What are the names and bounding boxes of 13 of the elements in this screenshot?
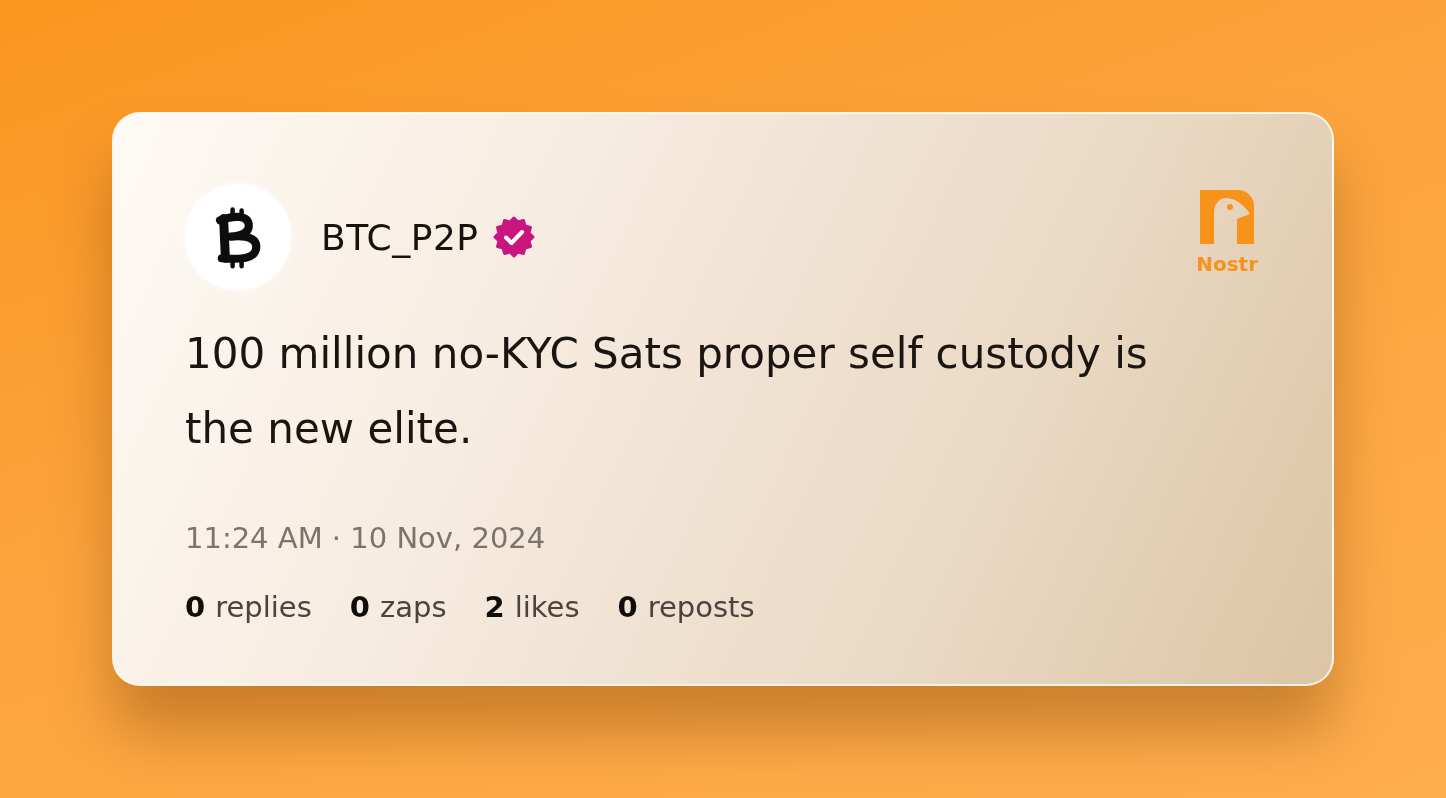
stat-count: 0 <box>185 589 206 625</box>
stat-count: 0 <box>349 589 370 625</box>
stat-label: replies <box>215 589 312 625</box>
stat-count: 2 <box>484 589 505 625</box>
stat-label: reposts <box>647 589 755 625</box>
stat-count: 0 <box>617 589 638 625</box>
stat-label: zaps <box>380 589 447 625</box>
platform-label: Nostr <box>1196 252 1258 276</box>
ostrich-logo-icon <box>1200 190 1255 244</box>
stat-label: likes <box>514 589 580 625</box>
post-text: 100 million no-KYC Sats proper self custody is the new elite. <box>185 328 1149 455</box>
post-timestamp: 11:24 AM · 10 Nov, 2024 <box>185 520 547 556</box>
author-name: BTC_P2P <box>321 216 479 258</box>
